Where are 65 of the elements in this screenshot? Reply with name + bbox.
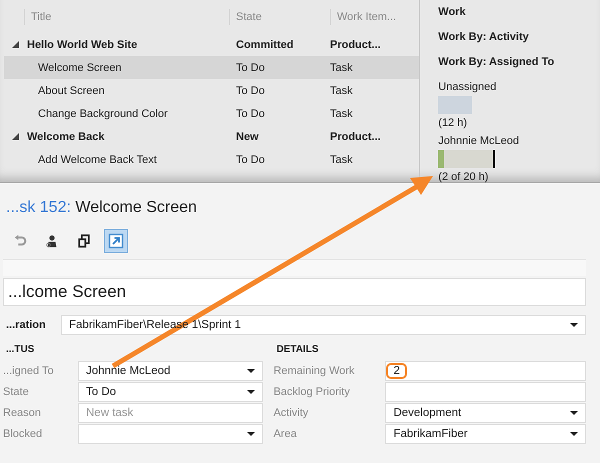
type-cell-text: Task: [330, 154, 354, 166]
person-name: Unassigned: [438, 81, 498, 93]
work-bar: [438, 96, 472, 114]
dropdown-field[interactable]: Johnnie McLeod: [78, 360, 264, 380]
field-label: Backlog Priority: [273, 386, 351, 398]
person-icon[interactable]: [45, 234, 59, 248]
work-heading[interactable]: Work By: Activity: [438, 29, 600, 54]
input-field[interactable]: [385, 382, 586, 402]
open-window-button[interactable]: [104, 229, 128, 253]
field-label: Blocked: [3, 428, 44, 440]
title-cell: Change Background Color: [38, 108, 168, 120]
dropdown-field[interactable]: Development: [385, 402, 586, 422]
backlog-row[interactable]: Welcome Screen To Do Task: [4, 56, 420, 79]
backlog-row[interactable]: Welcome Back New Product...: [4, 125, 420, 148]
dropdown-field[interactable]: To Do: [78, 382, 264, 402]
expander-icon[interactable]: [12, 133, 19, 140]
title-cell: Hello World Web Site: [27, 38, 138, 50]
caret-icon[interactable]: [570, 323, 578, 327]
hours-reading: (12 h): [438, 117, 468, 129]
field-label: Area: [273, 428, 298, 440]
caret-icon[interactable]: [247, 432, 256, 436]
backlog-row[interactable]: Change Background Color To Do Task: [4, 102, 420, 125]
caret-icon[interactable]: [570, 410, 578, 414]
work-item-id: ...sk 152:: [6, 199, 71, 216]
field-label: Remaining Work: [273, 364, 356, 376]
expander-icon[interactable]: [12, 41, 19, 48]
input-field[interactable]: 2: [385, 360, 586, 380]
state-cell-text: To Do: [236, 84, 266, 96]
work-heading[interactable]: Work By: Assigned To: [438, 54, 600, 79]
type-cell-text: Task: [330, 84, 354, 96]
field-label: ...igned To: [3, 364, 55, 376]
title-cell: About Screen: [38, 84, 105, 96]
state-cell-text: Committed: [236, 38, 294, 50]
state-cell-text: To Do: [236, 62, 266, 74]
state-cell-text: New: [236, 130, 260, 142]
dropdown-field[interactable]: [78, 424, 264, 444]
caret-icon[interactable]: [570, 432, 578, 436]
field-label: Activity: [273, 406, 310, 418]
backlog-row[interactable]: About Screen To Do Task: [4, 79, 420, 102]
person-name: Johnnie McLeod: [438, 135, 520, 147]
section-heading: DETAILS: [275, 344, 320, 357]
title-cell: Welcome Back: [27, 130, 104, 142]
open-window-icon[interactable]: [108, 233, 124, 249]
caret-icon[interactable]: [247, 368, 256, 372]
type-cell-text: Product...: [330, 130, 382, 142]
type-cell-text: Product...: [330, 38, 382, 50]
work-heading[interactable]: Work: [438, 4, 600, 29]
backlog-row[interactable]: Hello World Web Site Committed Product...: [4, 33, 420, 56]
section-heading: ...TUS: [5, 344, 36, 357]
field-label: State: [3, 386, 30, 398]
state-cell-text: To Do: [236, 154, 266, 166]
caret-icon[interactable]: [247, 390, 256, 394]
work-item-title: Welcome Screen: [75, 199, 197, 216]
field-label: Reason: [3, 406, 42, 418]
copy-icon[interactable]: [77, 234, 91, 248]
type-cell-text: Task: [330, 62, 354, 74]
title-field[interactable]: ...lcome Screen: [3, 278, 586, 306]
state-cell-text: To Do: [236, 108, 266, 120]
field-label: ...ration: [5, 319, 47, 331]
title-cell: Welcome Screen: [38, 62, 122, 74]
hours-reading: (2 of 20 h): [438, 171, 490, 183]
title-cell: Add Welcome Back Text: [38, 154, 157, 166]
type-cell-text: Task: [330, 108, 354, 120]
dropdown-field[interactable]: FabrikamFiber: [385, 424, 586, 444]
backlog-row[interactable]: Add Welcome Back Text To Do Task: [4, 148, 420, 171]
